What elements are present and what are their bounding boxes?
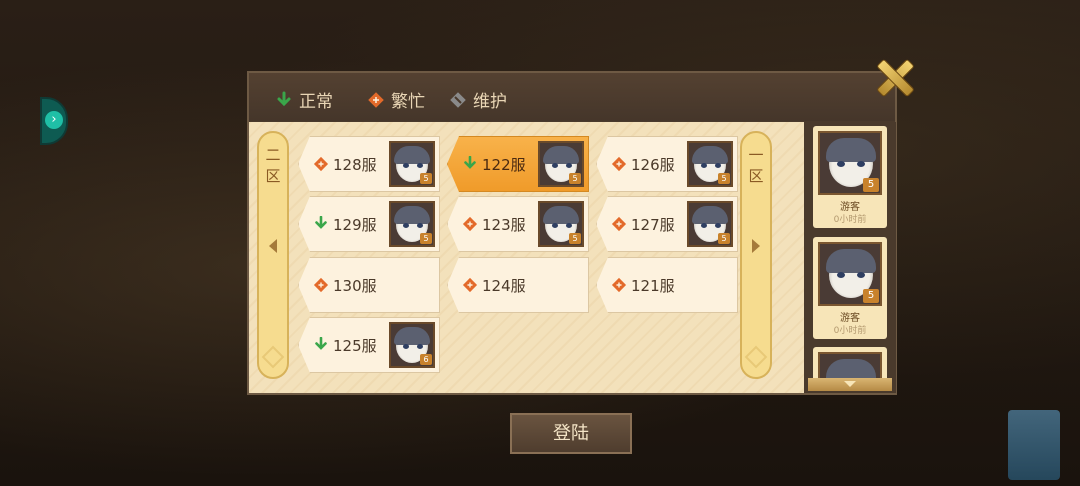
avatar: 5: [687, 141, 733, 187]
server-name: 125服: [333, 337, 377, 355]
avatar: 5: [389, 141, 435, 187]
arrow-left-icon[interactable]: [269, 239, 277, 253]
server-name: 121服: [631, 277, 675, 295]
server-card[interactable]: 127服 5: [596, 196, 738, 252]
avatar: 5: [687, 201, 733, 247]
server-name: 130服: [333, 277, 377, 295]
status-normal-icon: [275, 91, 293, 109]
arrow-right-icon[interactable]: [752, 239, 760, 253]
recent-login-name: 游客: [840, 313, 860, 324]
status-busy-icon: [313, 156, 329, 172]
server-name: 124服: [482, 277, 526, 295]
legend-normal: 正常: [275, 87, 333, 112]
status-busy-icon: [611, 216, 627, 232]
status-busy-icon: [367, 91, 385, 109]
legend-busy: 繁忙: [367, 87, 425, 112]
server-card[interactable]: 128服 5: [298, 136, 440, 192]
server-name: 129服: [333, 216, 377, 234]
server-name: 123服: [482, 216, 526, 234]
status-busy-icon: [462, 277, 478, 293]
server-card[interactable]: 123服 5: [447, 196, 589, 252]
zone-tab-left[interactable]: 二区: [257, 131, 289, 379]
server-card[interactable]: 121服: [596, 257, 738, 313]
status-busy-icon: [611, 277, 627, 293]
level-badge: 5: [718, 173, 730, 184]
status-busy-icon: [313, 277, 329, 293]
status-normal-icon: [313, 336, 329, 353]
avatar: 6: [389, 322, 435, 368]
level-badge: 5: [420, 233, 432, 244]
status-normal-icon: [462, 155, 478, 172]
server-name: 126服: [631, 156, 675, 174]
status-busy-icon: [462, 216, 478, 232]
recent-login-name: 游客: [840, 202, 860, 213]
recent-logins-sidebar: 5 游客 0小时前 5 游客 0小时前: [806, 122, 896, 393]
avatar: 5: [538, 201, 584, 247]
server-name: 128服: [333, 156, 377, 174]
avatar: 5: [818, 131, 882, 195]
level-badge: 5: [569, 233, 581, 244]
server-card[interactable]: 124服: [447, 257, 589, 313]
legend-maintenance: 维护: [449, 87, 507, 112]
scroll-down-indicator[interactable]: [808, 378, 892, 391]
recent-login-item[interactable]: 5 游客 0小时前: [813, 237, 887, 339]
recent-login-time: 0小时前: [833, 215, 867, 225]
level-badge: 5: [420, 173, 432, 184]
status-normal-icon: [313, 215, 329, 232]
zone-right-label: 一区: [746, 147, 765, 189]
close-button[interactable]: [874, 58, 915, 98]
server-card[interactable]: 126服 5: [596, 136, 738, 192]
avatar: 5: [538, 141, 584, 187]
legend-normal-label: 正常: [299, 92, 333, 112]
zone-left-label: 二区: [263, 147, 282, 189]
login-button[interactable]: 登陆: [510, 413, 632, 454]
status-legend: 正常 繁忙 维护: [249, 73, 895, 121]
recent-login-time: 0小时前: [833, 326, 867, 336]
server-card[interactable]: 130服: [298, 257, 440, 313]
server-card[interactable]: 129服 5: [298, 196, 440, 252]
recent-login-item[interactable]: 5 游客 0小时前: [813, 126, 887, 228]
status-busy-icon: [611, 156, 627, 172]
status-maintenance-icon: [449, 91, 467, 109]
level-badge: 5: [718, 233, 730, 244]
avatar: 5: [818, 242, 882, 306]
server-card[interactable]: 125服 6: [298, 317, 440, 373]
server-name: 127服: [631, 216, 675, 234]
zone-tab-right[interactable]: 一区: [740, 131, 772, 379]
level-badge: 6: [420, 354, 432, 365]
chevron-right-icon: ›: [45, 111, 63, 129]
legend-maintenance-label: 维护: [473, 92, 507, 112]
server-card[interactable]: 122服 5: [447, 136, 589, 192]
legend-busy-label: 繁忙: [391, 92, 425, 112]
server-name: 122服: [482, 156, 526, 174]
avatar: 5: [389, 201, 435, 247]
level-badge: 5: [569, 173, 581, 184]
